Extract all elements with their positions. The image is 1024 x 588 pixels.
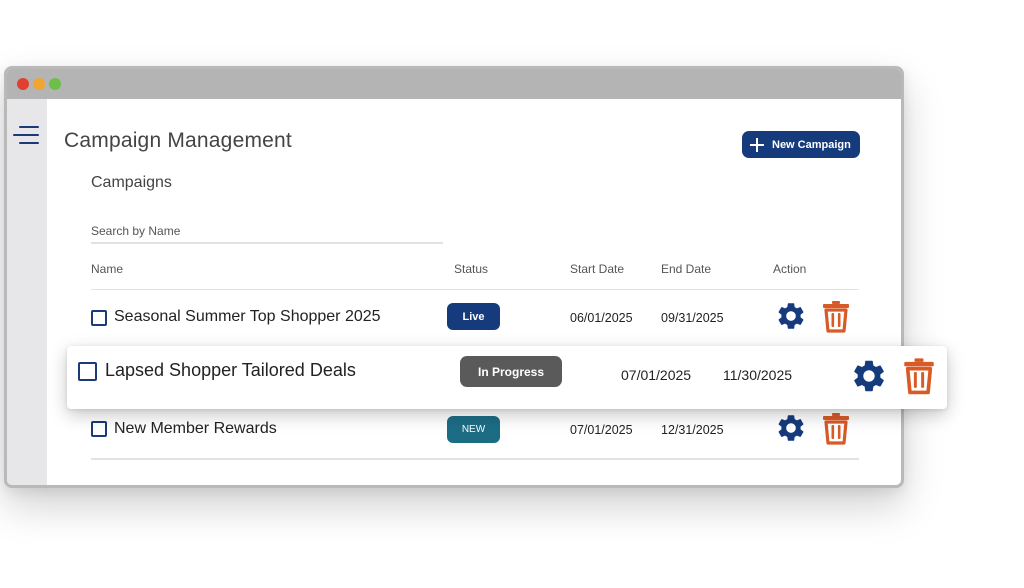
- column-header-start-date[interactable]: Start Date: [570, 262, 624, 276]
- minimize-window-dot[interactable]: [33, 78, 45, 90]
- section-title: Campaigns: [91, 174, 172, 191]
- app-window: Campaign Management New Campaign Campaig…: [4, 66, 904, 488]
- start-date: 07/01/2025: [621, 367, 692, 383]
- trash-icon[interactable]: [902, 357, 936, 395]
- column-header-end-date[interactable]: End Date: [661, 262, 711, 276]
- column-header-name[interactable]: Name: [91, 262, 123, 276]
- status-badge: Live: [447, 303, 500, 330]
- gear-icon[interactable]: [775, 300, 807, 332]
- campaign-name: New Member Rewards: [114, 420, 277, 437]
- new-campaign-label: New Campaign: [772, 138, 851, 151]
- campaign-name: Lapsed Shopper Tailored Deals: [105, 360, 356, 380]
- column-header-status[interactable]: Status: [454, 262, 488, 276]
- start-date: 06/01/2025: [570, 311, 633, 325]
- maximize-window-dot[interactable]: [49, 78, 61, 90]
- header-divider: [91, 289, 859, 290]
- plus-icon: [750, 137, 764, 152]
- search-input[interactable]: [91, 220, 443, 244]
- sidebar: [7, 99, 47, 485]
- status-badge: In Progress: [460, 356, 562, 387]
- start-date: 07/01/2025: [570, 423, 633, 437]
- new-campaign-button[interactable]: New Campaign: [742, 131, 860, 158]
- window-titlebar: [7, 69, 901, 99]
- close-window-dot[interactable]: [17, 78, 29, 90]
- campaign-name: Seasonal Summer Top Shopper 2025: [114, 308, 381, 325]
- row-checkbox[interactable]: [91, 421, 107, 437]
- row-checkbox[interactable]: [78, 362, 97, 381]
- gear-icon[interactable]: [850, 357, 888, 395]
- trash-icon[interactable]: [821, 412, 851, 445]
- row-checkbox[interactable]: [91, 310, 107, 326]
- column-header-action: Action: [773, 262, 807, 276]
- table-row-highlighted[interactable]: Lapsed Shopper Tailored Deals In Progres…: [67, 346, 947, 409]
- end-date: 11/30/2025: [723, 367, 793, 383]
- hamburger-menu-icon[interactable]: [13, 126, 39, 146]
- end-date: 12/31/2025: [661, 423, 724, 437]
- table-bottom-divider: [91, 458, 859, 460]
- page-title: Campaign Management: [64, 129, 292, 152]
- gear-icon[interactable]: [775, 412, 807, 444]
- end-date: 09/31/2025: [661, 311, 724, 325]
- trash-icon[interactable]: [821, 300, 851, 333]
- status-badge: NEW: [447, 416, 500, 443]
